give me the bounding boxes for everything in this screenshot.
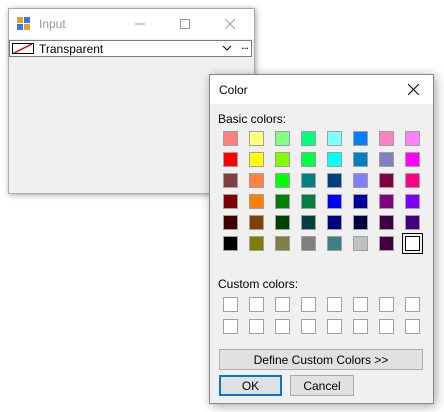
custom-color-swatch[interactable]: [249, 297, 264, 312]
basic-color-swatch[interactable]: [223, 194, 238, 209]
basic-color-swatch[interactable]: [379, 194, 394, 209]
basic-color-swatch[interactable]: [327, 194, 342, 209]
close-icon: [225, 19, 235, 29]
basic-color-swatch[interactable]: [223, 236, 238, 251]
basic-color-swatch[interactable]: [249, 215, 264, 230]
basic-color-swatch[interactable]: [249, 236, 264, 251]
custom-color-swatch[interactable]: [327, 319, 342, 334]
input-title-bar[interactable]: Input: [9, 9, 254, 39]
basic-color-swatch[interactable]: [327, 215, 342, 230]
basic-color-swatch[interactable]: [353, 236, 368, 251]
basic-color-swatch[interactable]: [379, 152, 394, 167]
transparent-swatch-icon: [12, 43, 34, 54]
chevron-down-icon[interactable]: [222, 43, 232, 53]
basic-color-swatch[interactable]: [249, 173, 264, 188]
basic-color-swatch[interactable]: [379, 215, 394, 230]
cancel-button[interactable]: Cancel: [290, 375, 354, 396]
basic-color-swatch[interactable]: [275, 194, 290, 209]
basic-color-swatch[interactable]: [405, 152, 420, 167]
basic-color-swatch[interactable]: [353, 152, 368, 167]
custom-colors-label: Custom colors:: [218, 277, 299, 291]
custom-color-swatch[interactable]: [379, 319, 394, 334]
basic-color-swatch[interactable]: [249, 194, 264, 209]
color-dialog-title-bar[interactable]: Color: [210, 75, 433, 104]
basic-color-swatch[interactable]: [353, 173, 368, 188]
app-icon: [17, 17, 30, 30]
basic-color-swatch[interactable]: [275, 215, 290, 230]
basic-color-swatch[interactable]: [275, 173, 290, 188]
basic-color-swatch[interactable]: [275, 131, 290, 146]
basic-color-swatch[interactable]: [301, 173, 316, 188]
custom-color-swatch[interactable]: [301, 297, 316, 312]
custom-color-swatch[interactable]: [223, 297, 238, 312]
basic-color-swatch[interactable]: [379, 173, 394, 188]
basic-color-swatch[interactable]: [402, 233, 423, 254]
basic-color-swatch[interactable]: [223, 152, 238, 167]
basic-colors-label: Basic colors:: [218, 112, 287, 126]
combo-value: Transparent: [39, 42, 104, 56]
basic-color-swatch[interactable]: [301, 215, 316, 230]
basic-color-swatch[interactable]: [301, 194, 316, 209]
close-icon: [407, 84, 419, 95]
basic-color-swatch[interactable]: [223, 131, 238, 146]
basic-color-swatch[interactable]: [353, 131, 368, 146]
basic-color-swatch[interactable]: [223, 173, 238, 188]
custom-color-swatch[interactable]: [379, 297, 394, 312]
basic-color-swatch[interactable]: [223, 215, 238, 230]
custom-color-swatch[interactable]: [275, 319, 290, 334]
minimize-icon: [135, 23, 145, 25]
custom-color-swatch[interactable]: [353, 297, 368, 312]
basic-color-swatch[interactable]: [379, 236, 394, 251]
custom-color-swatch[interactable]: [301, 319, 316, 334]
custom-color-swatch[interactable]: [405, 319, 420, 334]
basic-color-swatch[interactable]: [405, 215, 420, 230]
maximize-icon: [180, 19, 190, 29]
custom-color-swatch[interactable]: [223, 319, 238, 334]
basic-color-swatch[interactable]: [353, 194, 368, 209]
ok-button[interactable]: OK: [219, 375, 282, 396]
basic-color-swatch[interactable]: [327, 131, 342, 146]
custom-color-swatch[interactable]: [353, 319, 368, 334]
color-dialog-title: Color: [219, 83, 248, 97]
basic-color-swatch[interactable]: [405, 194, 420, 209]
basic-color-swatch[interactable]: [379, 131, 394, 146]
color-combo-box[interactable]: Transparent ...: [9, 38, 252, 57]
custom-color-swatch[interactable]: [327, 297, 342, 312]
custom-color-swatch[interactable]: [249, 319, 264, 334]
custom-color-swatch[interactable]: [405, 297, 420, 312]
custom-color-swatch[interactable]: [275, 297, 290, 312]
close-button[interactable]: [207, 9, 253, 39]
basic-color-swatch[interactable]: [405, 131, 420, 146]
basic-color-swatch[interactable]: [301, 152, 316, 167]
color-dialog: Color Basic colors: Custom colors: Defin…: [209, 74, 434, 404]
basic-color-swatch[interactable]: [327, 173, 342, 188]
ellipsis-button[interactable]: ...: [241, 38, 249, 52]
basic-color-swatch[interactable]: [301, 131, 316, 146]
basic-color-swatch[interactable]: [353, 215, 368, 230]
basic-color-swatch[interactable]: [327, 152, 342, 167]
minimize-button[interactable]: [117, 9, 163, 39]
input-window-title: Input: [39, 17, 66, 31]
basic-color-swatch[interactable]: [301, 236, 316, 251]
define-custom-colors-button[interactable]: Define Custom Colors >>: [219, 349, 423, 370]
basic-color-swatch[interactable]: [249, 131, 264, 146]
basic-color-swatch[interactable]: [405, 173, 420, 188]
basic-color-swatch[interactable]: [275, 236, 290, 251]
basic-color-swatch[interactable]: [327, 236, 342, 251]
maximize-button[interactable]: [162, 9, 208, 39]
basic-color-swatch[interactable]: [275, 152, 290, 167]
basic-color-swatch[interactable]: [249, 152, 264, 167]
dialog-close-button[interactable]: [393, 75, 433, 104]
